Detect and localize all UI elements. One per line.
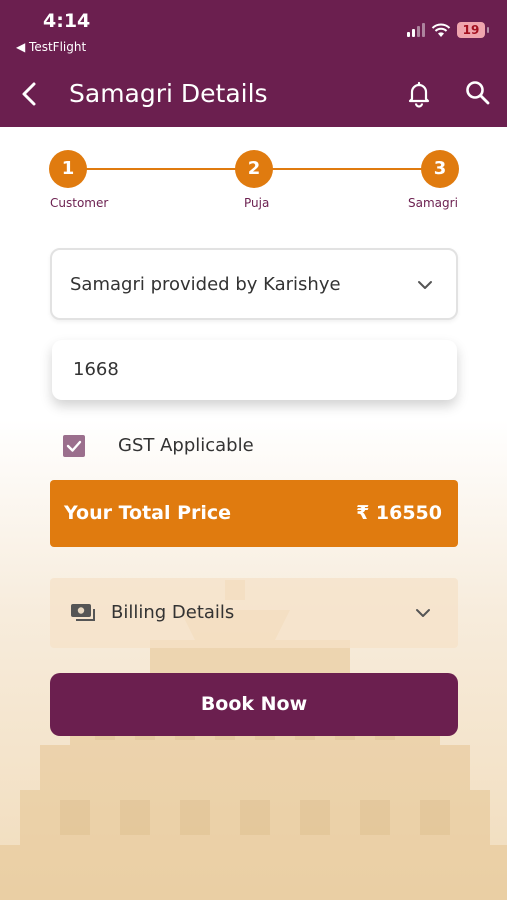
battery-indicator: 19 bbox=[457, 22, 489, 38]
samagri-amount-input[interactable]: 1668 bbox=[52, 340, 457, 400]
status-icons: 19 bbox=[407, 22, 489, 38]
step-1-label: Customer bbox=[50, 196, 109, 210]
step-3-circle[interactable]: 3 bbox=[421, 150, 459, 188]
step-2-label: Puja bbox=[244, 196, 270, 210]
total-price-label: Your Total Price bbox=[64, 502, 232, 524]
step-1-circle[interactable]: 1 bbox=[49, 150, 87, 188]
billing-details-label: Billing Details bbox=[111, 602, 235, 623]
chevron-down-icon bbox=[418, 281, 432, 289]
billing-details-accordion[interactable]: Billing Details bbox=[50, 578, 458, 648]
gst-label: GST Applicable bbox=[118, 435, 254, 456]
chevron-down-icon bbox=[416, 609, 430, 617]
back-to-app-link[interactable]: ◀ TestFlight bbox=[16, 40, 86, 54]
total-price-bar: Your Total Price ₹ 16550 bbox=[50, 480, 458, 547]
step-2-circle[interactable]: 2 bbox=[235, 150, 273, 188]
wifi-icon bbox=[431, 23, 451, 37]
book-now-button[interactable]: Book Now bbox=[50, 673, 458, 736]
search-icon[interactable] bbox=[464, 79, 492, 107]
bell-icon[interactable] bbox=[405, 80, 433, 108]
status-time: 4:14 bbox=[43, 10, 91, 32]
app-header: 4:14 ◀ TestFlight 19 Samagri Details bbox=[0, 0, 507, 127]
money-icon bbox=[71, 604, 95, 621]
gst-checkbox[interactable] bbox=[63, 435, 85, 457]
signal-icon bbox=[407, 23, 425, 37]
total-price-value: ₹ 16550 bbox=[356, 502, 442, 524]
step-connector bbox=[272, 168, 422, 170]
samagri-type-selected: Samagri provided by Karishye bbox=[70, 274, 341, 295]
samagri-amount-value: 1668 bbox=[73, 359, 119, 380]
page-title: Samagri Details bbox=[69, 79, 268, 108]
checkmark-icon bbox=[66, 440, 82, 452]
step-3-label: Samagri bbox=[408, 196, 458, 210]
samagri-type-dropdown[interactable]: Samagri provided by Karishye bbox=[50, 248, 458, 320]
step-connector bbox=[86, 168, 236, 170]
back-chevron-icon[interactable] bbox=[14, 78, 46, 110]
